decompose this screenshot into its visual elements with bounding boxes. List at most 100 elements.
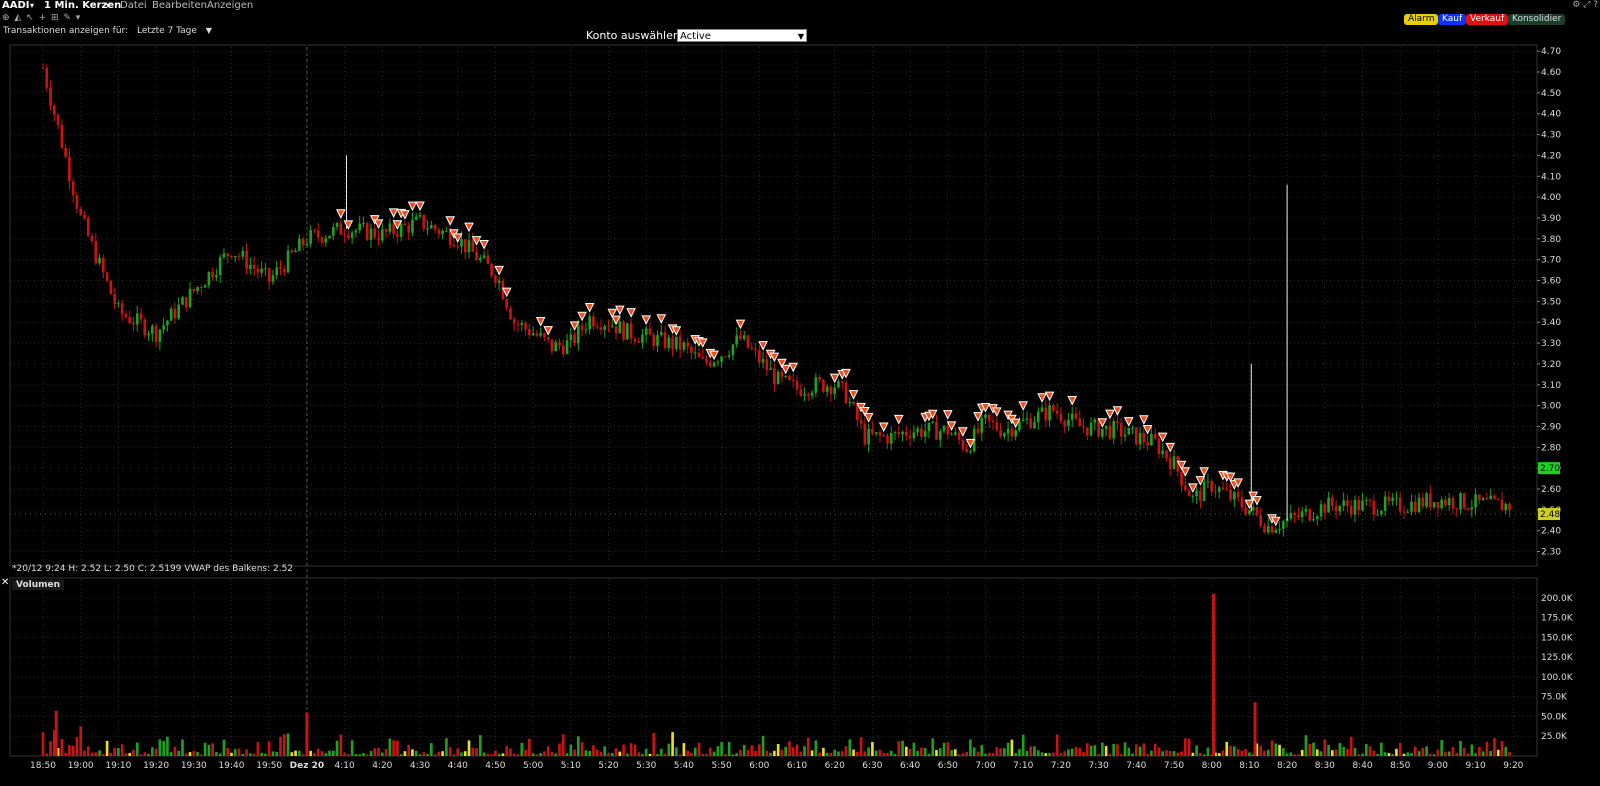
candle-body — [245, 251, 248, 269]
candle-body — [920, 428, 923, 437]
volume-bar — [882, 752, 886, 756]
candle-body — [923, 431, 927, 437]
volume-bar — [938, 748, 942, 756]
volume-bar — [1029, 746, 1033, 756]
candle-body — [1214, 491, 1217, 493]
sell-execution-marker — [388, 208, 399, 218]
candle-body — [1338, 505, 1342, 512]
volume-bar — [1070, 748, 1074, 756]
volume-bar — [516, 754, 520, 756]
candle-body — [1308, 509, 1312, 521]
candle-body — [252, 264, 256, 269]
candle-body — [769, 368, 772, 371]
volume-bar — [935, 749, 938, 756]
candle-body — [957, 432, 961, 440]
volume-bar — [972, 747, 976, 756]
candle-body — [1142, 433, 1146, 443]
candle-body — [682, 342, 686, 350]
candle-body — [901, 431, 904, 435]
volume-bar — [117, 747, 120, 756]
time-tick-label: 18:50 — [30, 761, 56, 771]
volume-bar — [686, 750, 689, 756]
volume-bar — [1440, 740, 1443, 756]
candle-body — [946, 425, 950, 435]
volume-bar — [181, 739, 184, 756]
volume-bar — [595, 749, 599, 756]
candle-body — [147, 333, 150, 336]
candle-body — [1255, 507, 1259, 515]
candle-body — [897, 432, 901, 435]
candle-body — [215, 275, 218, 278]
volume-bar — [1176, 752, 1180, 756]
candle-body — [1014, 430, 1017, 437]
volume-bar — [1097, 753, 1100, 756]
volume-bar — [840, 751, 844, 756]
volume-bar — [592, 745, 595, 756]
volume-bar — [1444, 751, 1447, 756]
volume-bar — [200, 754, 203, 756]
candle-body — [86, 218, 90, 236]
candle-body — [825, 386, 829, 392]
price-tick-label: 4.30 — [1541, 131, 1561, 141]
volume-bar — [1406, 752, 1410, 756]
volume-bar — [976, 751, 980, 756]
candle-body — [169, 308, 173, 321]
candle-body — [1334, 506, 1338, 512]
candle-body — [693, 352, 697, 354]
volume-bar — [603, 746, 607, 756]
candle-body — [1074, 413, 1078, 419]
volume-bar — [844, 746, 848, 756]
candle-body — [177, 304, 181, 319]
volume-bar — [942, 742, 946, 756]
volume-bar — [1134, 744, 1138, 756]
volume-bar — [923, 748, 927, 756]
candle-body — [886, 435, 889, 444]
volume-bar — [769, 752, 772, 756]
volume-bar — [554, 753, 558, 756]
volume-bar — [252, 753, 256, 756]
volume-panel-frame — [9, 577, 1538, 757]
close-volume-panel-icon[interactable]: ✕ — [1, 577, 9, 588]
candle-body — [980, 418, 984, 433]
sell-execution-marker — [584, 302, 595, 313]
volume-bar — [445, 738, 448, 756]
volume-bar — [1508, 752, 1511, 756]
price-tick-label: 4.20 — [1541, 151, 1561, 161]
candle-body — [1315, 516, 1319, 520]
volume-bar — [614, 748, 618, 756]
candle-body — [573, 334, 576, 344]
volume-bar — [724, 754, 727, 756]
candle-body — [256, 268, 260, 273]
candle-body — [626, 323, 629, 340]
volume-bar — [441, 751, 444, 756]
candle-body — [712, 362, 716, 367]
candle-body — [79, 208, 83, 215]
candle-body — [1157, 438, 1161, 454]
price-tick-label: 3.80 — [1541, 235, 1561, 245]
volume-bar — [644, 748, 648, 756]
volume-bar — [716, 746, 720, 756]
candle-body — [874, 432, 878, 434]
volume-bar — [1248, 752, 1251, 756]
candle-body — [1432, 502, 1436, 508]
candle-body — [497, 280, 501, 283]
candle-body — [1123, 434, 1127, 437]
candle-body — [282, 269, 286, 273]
candle-body — [840, 381, 844, 383]
volume-bar — [546, 746, 550, 756]
candle-body — [942, 425, 946, 432]
time-tick-label: 7:30 — [1088, 761, 1108, 771]
candle-body — [927, 422, 931, 432]
candle-body — [233, 256, 237, 258]
volume-bar — [1168, 751, 1172, 756]
sell-execution-marker — [494, 265, 504, 276]
volume-bar — [776, 744, 780, 756]
candle-body — [1429, 493, 1432, 508]
price-volume-chart[interactable]: 4.70 4.60 4.50 4.40 4.30 4.20 4.10 4.00 3.90 3.80… — [0, 0, 1600, 786]
candle-body — [731, 344, 735, 356]
candle-body — [192, 288, 196, 292]
volume-bar — [1323, 739, 1327, 756]
volume-bar — [648, 753, 652, 756]
candle-body — [595, 326, 599, 328]
candle-body — [207, 271, 211, 286]
